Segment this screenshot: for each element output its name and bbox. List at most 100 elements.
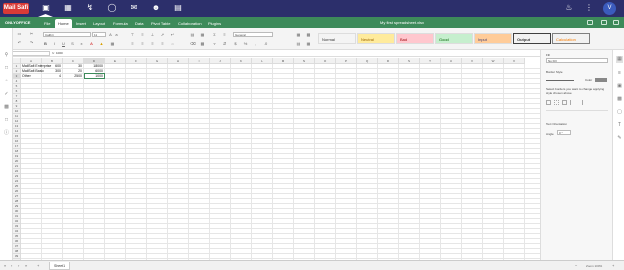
- cell-style-calculation[interactable]: Calculation: [552, 33, 590, 44]
- user-add-icon[interactable]: [587, 20, 593, 25]
- chart-settings-icon[interactable]: ▩: [616, 96, 623, 103]
- add-sheet-icon[interactable]: +: [37, 263, 39, 268]
- zoom-in-icon[interactable]: +: [612, 263, 614, 268]
- last-sheet-icon[interactable]: »: [25, 263, 27, 268]
- apps-icon[interactable]: ⋮: [584, 3, 594, 13]
- folder-icon[interactable]: ▣: [41, 3, 51, 13]
- cell-settings-icon[interactable]: ▦: [616, 56, 623, 63]
- tab-home[interactable]: Home: [55, 19, 72, 28]
- column-header[interactable]: H: [168, 58, 189, 64]
- tab-pivot-table[interactable]: Pivot Table: [148, 19, 174, 28]
- chat-icon[interactable]: ▫: [3, 78, 10, 85]
- cell-style-input[interactable]: Input: [474, 33, 512, 44]
- border-color-swatch[interactable]: [595, 78, 607, 82]
- align-top-icon[interactable]: ⊤: [130, 32, 135, 37]
- chat-icon[interactable]: ◯: [107, 3, 117, 13]
- sort-icon[interactable]: ⇵: [222, 41, 227, 46]
- image-settings-icon[interactable]: ▣: [616, 83, 623, 90]
- border-style-select[interactable]: [546, 80, 574, 81]
- decimal-icon[interactable]: .0: [263, 41, 268, 46]
- more-icon[interactable]: [613, 20, 619, 25]
- bolt-icon[interactable]: ↯: [85, 3, 95, 13]
- angle-input[interactable]: 0 °: [557, 130, 571, 135]
- decrease-font-icon[interactable]: a: [114, 32, 119, 37]
- prev-sheet-icon[interactable]: ‹: [11, 263, 12, 268]
- font-name-select[interactable]: Calibri: [43, 32, 91, 37]
- wrap-text-icon[interactable]: ↵: [170, 32, 175, 37]
- currency-icon[interactable]: $: [233, 41, 238, 46]
- sum-icon[interactable]: Σ: [212, 32, 217, 37]
- tab-collaboration[interactable]: Collaboration: [175, 19, 205, 28]
- align-middle-icon[interactable]: ≡: [140, 32, 145, 37]
- column-header[interactable]: S: [399, 58, 420, 64]
- fill-select[interactable]: No Fill: [546, 58, 608, 63]
- cell-style-neutral[interactable]: Neutral: [357, 33, 395, 44]
- column-header[interactable]: W: [483, 58, 504, 64]
- app-logo[interactable]: Mail Safi: [3, 3, 29, 14]
- cell-C3[interactable]: 2500: [64, 74, 83, 79]
- align-bottom-icon[interactable]: ⊥: [150, 32, 155, 37]
- cut-icon[interactable]: ✂: [29, 31, 34, 36]
- first-sheet-icon[interactable]: «: [4, 263, 6, 268]
- text-art-settings-icon[interactable]: T: [616, 122, 623, 129]
- insert-image-icon[interactable]: ▦: [296, 32, 301, 37]
- border-left-icon[interactable]: [570, 100, 575, 105]
- insert-table-icon[interactable]: ▦: [306, 41, 311, 46]
- column-header[interactable]: L: [252, 58, 273, 64]
- underline-icon[interactable]: U: [61, 41, 66, 46]
- borders-icon[interactable]: ▦: [110, 41, 115, 46]
- column-header[interactable]: P: [336, 58, 357, 64]
- conditional-format-icon[interactable]: ▤: [296, 41, 301, 46]
- sheet-tab[interactable]: Sheet1: [49, 262, 71, 270]
- insert-chart-icon[interactable]: ▩: [306, 32, 311, 37]
- named-ranges-icon[interactable]: ≡: [222, 32, 227, 37]
- column-header[interactable]: I: [189, 58, 210, 64]
- folder-open-icon[interactable]: [601, 20, 607, 25]
- merge-cells-icon[interactable]: ⇔: [170, 41, 175, 46]
- number-format-select[interactable]: General: [233, 32, 273, 37]
- about-icon[interactable]: ⓘ: [3, 130, 10, 137]
- image-icon[interactable]: ▦: [63, 3, 73, 13]
- search-icon[interactable]: ⚲: [3, 52, 10, 59]
- border-none-icon[interactable]: [554, 100, 559, 105]
- next-sheet-icon[interactable]: ›: [18, 263, 19, 268]
- justify-icon[interactable]: ≡: [160, 41, 165, 46]
- column-header[interactable]: U: [441, 58, 462, 64]
- insert-cells-icon[interactable]: ▤: [190, 32, 195, 37]
- column-header[interactable]: M: [273, 58, 294, 64]
- redo-icon[interactable]: ↷: [29, 40, 34, 45]
- column-header[interactable]: J: [210, 58, 231, 64]
- column-header[interactable]: X: [504, 58, 525, 64]
- tab-file[interactable]: File: [41, 19, 53, 28]
- feedback-icon[interactable]: □: [3, 117, 10, 124]
- paste-icon[interactable]: ▭: [17, 31, 22, 36]
- bell-icon[interactable]: ♨: [564, 3, 574, 13]
- column-header[interactable]: R: [378, 58, 399, 64]
- zoom-out-icon[interactable]: −: [575, 263, 577, 268]
- calendar-icon[interactable]: ▤: [173, 3, 183, 13]
- text-orientation-icon[interactable]: ➚: [160, 32, 165, 37]
- shape-settings-icon[interactable]: ▢: [616, 109, 623, 116]
- align-right-icon[interactable]: ≡: [150, 41, 155, 46]
- column-header[interactable]: V: [462, 58, 483, 64]
- filter-icon[interactable]: ▿: [212, 41, 217, 46]
- border-inner-icon[interactable]: [562, 100, 567, 105]
- font-size-select[interactable]: 11: [92, 32, 106, 37]
- cell-style-normal[interactable]: Normal: [318, 33, 356, 44]
- tab-insert[interactable]: Insert: [73, 19, 89, 28]
- undo-icon[interactable]: ↶: [17, 40, 22, 45]
- spellcheck-icon[interactable]: ✓: [3, 91, 10, 98]
- tab-data[interactable]: Data: [132, 19, 146, 28]
- subscript-icon[interactable]: x: [79, 41, 84, 46]
- delete-cells-icon[interactable]: ▦: [200, 32, 205, 37]
- cell-A3[interactable]: Other: [22, 74, 41, 79]
- percent-icon[interactable]: %: [243, 41, 248, 46]
- comma-style-icon[interactable]: ,: [253, 41, 258, 46]
- border-all-icon[interactable]: [546, 100, 551, 105]
- tab-layout[interactable]: Layout: [90, 19, 108, 28]
- tab-formula[interactable]: Formula: [110, 19, 131, 28]
- function-icon[interactable]: fx: [52, 51, 54, 55]
- clear-icon[interactable]: ⌫: [190, 41, 196, 46]
- align-center-icon[interactable]: ≡: [140, 41, 145, 46]
- plugins-icon[interactable]: ▩: [3, 104, 10, 111]
